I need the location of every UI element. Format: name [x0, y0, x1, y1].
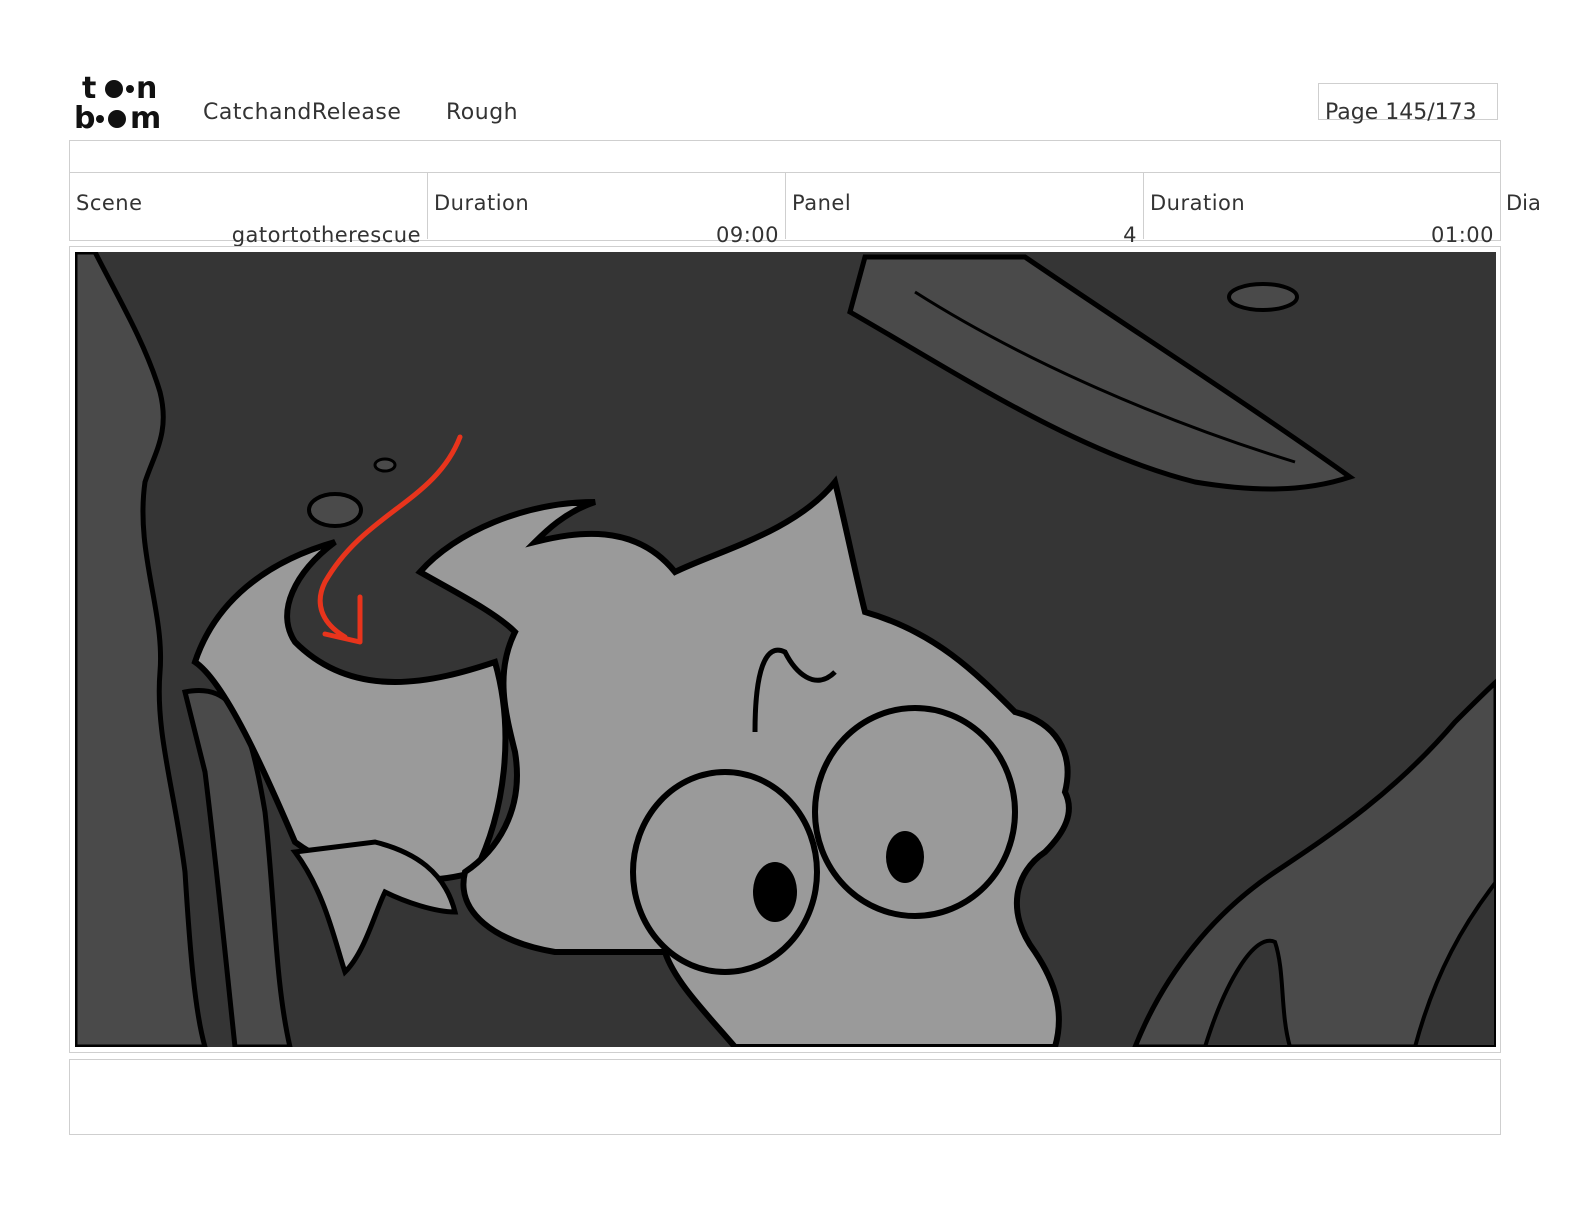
dialogue-label: Dia [1506, 191, 1541, 215]
panel-duration-cell: Duration 01:00 [1144, 173, 1500, 247]
scene-duration-cell: Duration 09:00 [428, 173, 786, 247]
panel-duration-value: 01:00 [1430, 223, 1494, 247]
scene-label: Scene [76, 191, 143, 215]
svg-text:b: b [74, 101, 95, 132]
panel-label: Panel [792, 191, 852, 215]
scene-value: gatortotherescue [231, 223, 421, 247]
storyboard-drawing [72, 249, 1499, 1050]
header-strip [69, 140, 1501, 173]
panel-cell: Panel 4 [786, 173, 1144, 247]
panel-info-row: Scene gatortotherescue Duration 09:00 Pa… [69, 173, 1501, 247]
stage-label: Rough [446, 100, 519, 125]
project-title: CatchandRelease [203, 100, 402, 125]
notes-box [69, 1059, 1501, 1135]
toonboom-logo-icon: t n b m [74, 71, 184, 136]
scene-cell: Scene gatortotherescue [70, 173, 428, 247]
svg-text:m: m [130, 101, 161, 132]
scene-duration-label: Duration [434, 191, 530, 215]
scene-duration-value: 09:00 [715, 223, 779, 247]
storyboard-panel-image [72, 249, 1499, 1050]
panel-value: 4 [1123, 223, 1137, 247]
page-number: Page 145/173 [1325, 100, 1477, 125]
panel-duration-label: Duration [1150, 191, 1246, 215]
